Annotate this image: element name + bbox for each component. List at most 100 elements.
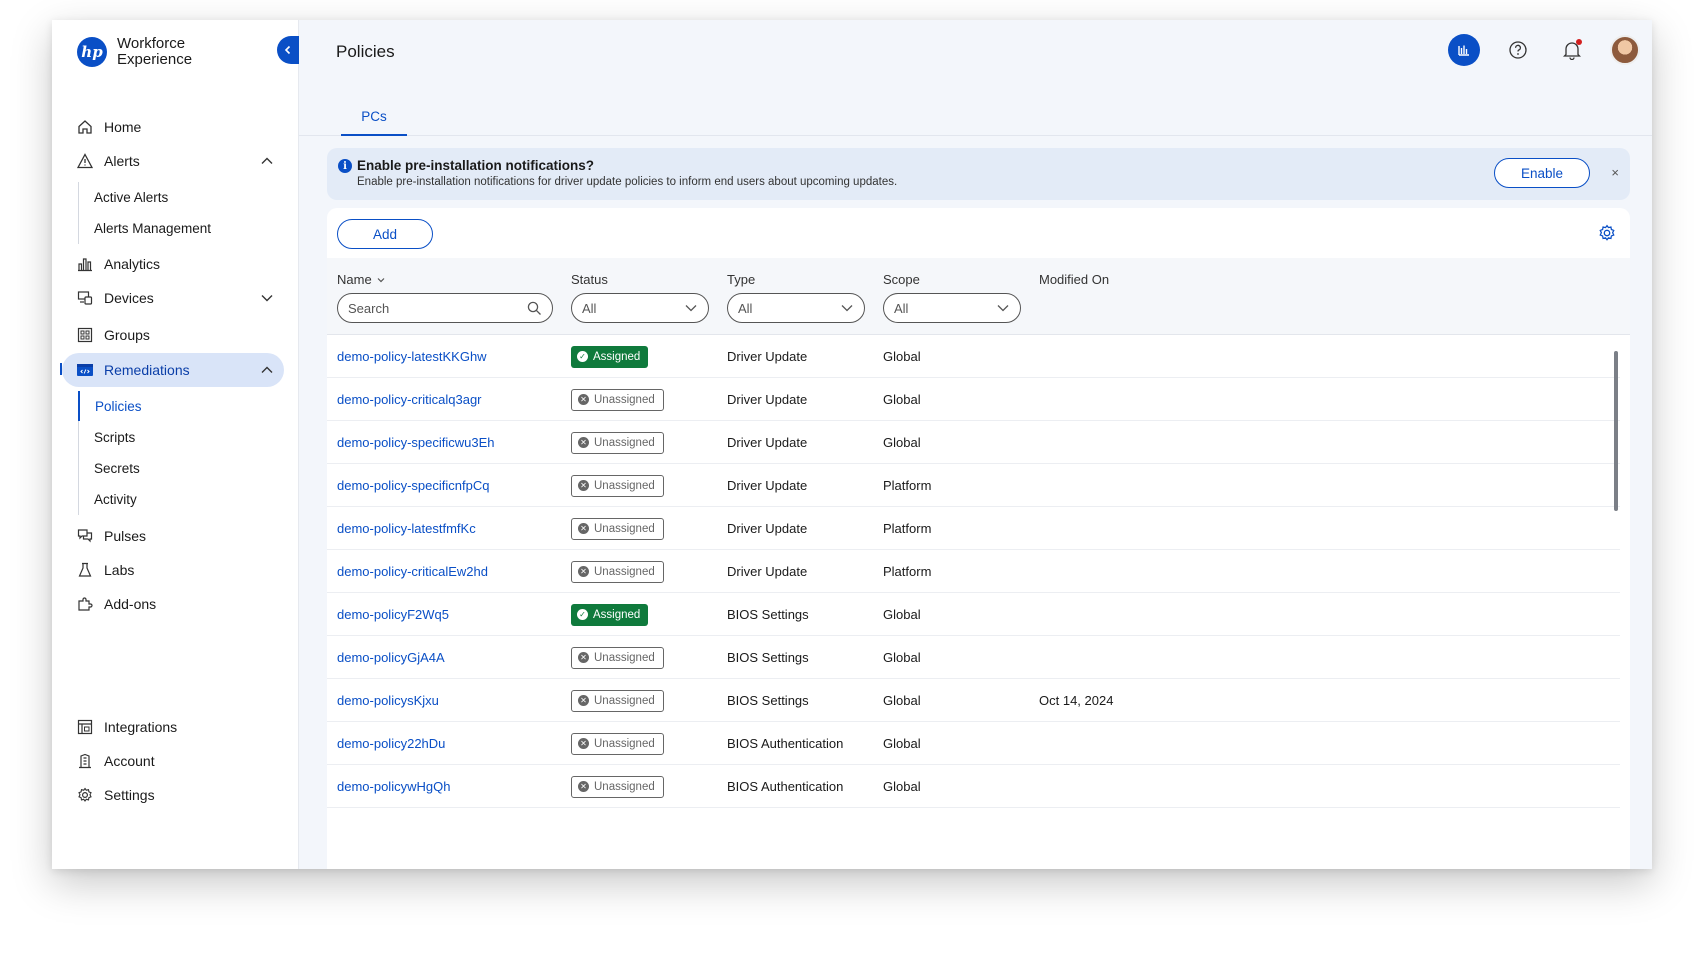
sidebar-item-remediations[interactable]: Remediations xyxy=(62,353,284,387)
sidebar-item-integrations[interactable]: Integrations xyxy=(62,710,284,744)
add-button[interactable]: Add xyxy=(337,219,433,249)
table-row[interactable]: demo-policyF2Wq5 ✓ Assigned BIOS Settings Gl… xyxy=(327,593,1620,636)
policy-name-link[interactable]: demo-policy-latestKKGhw xyxy=(337,335,487,378)
status-badge-label: Unassigned xyxy=(594,436,655,449)
status-cell: ✕ Unassigned xyxy=(571,765,664,808)
table-row[interactable]: demo-policy-criticalEw2hd ✕ Unassigned Driv… xyxy=(327,550,1620,593)
help-button[interactable] xyxy=(1502,34,1534,66)
sidebar-item-account[interactable]: Account xyxy=(62,744,284,778)
policy-name-link[interactable]: demo-policy-specificwu3Eh xyxy=(337,421,495,464)
status-badge: ✕ Unassigned xyxy=(571,388,664,411)
table-row[interactable]: demo-policywHgQh ✕ Unassigned BIOS Authenti… xyxy=(327,765,1620,808)
table-row[interactable]: demo-policy-latestKKGhw ✓ Assigned Driver U… xyxy=(327,335,1620,378)
scope-cell: Platform xyxy=(883,478,932,493)
tab-pcs[interactable]: PCs xyxy=(341,98,407,136)
chevron-left-icon xyxy=(284,45,291,55)
status-badge: ✕ Unassigned xyxy=(571,646,664,669)
bar-chart-icon xyxy=(76,255,94,273)
type-cell: Driver Update xyxy=(727,349,808,364)
status-filter-select[interactable]: All xyxy=(571,293,709,323)
sidebar-subitem-activity[interactable]: Activity xyxy=(79,484,269,514)
column-header-type: Type xyxy=(727,272,756,287)
policy-name-link[interactable]: demo-policyF2Wq5 xyxy=(337,593,449,636)
type-filter-value: All xyxy=(738,300,753,316)
sidebar-item-settings[interactable]: Settings xyxy=(62,778,284,812)
scope-filter-value: All xyxy=(894,300,909,316)
sidebar-item-analytics[interactable]: Analytics xyxy=(62,247,284,281)
scope-filter-select[interactable]: All xyxy=(883,293,1021,323)
tab-bar: PCs xyxy=(299,92,1652,136)
table-row[interactable]: demo-policy-specificnfpCq ✕ Unassigned Driv… xyxy=(327,464,1620,507)
close-icon[interactable]: × xyxy=(1611,165,1619,180)
sidebar-item-label: Home xyxy=(104,119,142,135)
status-cell: ✕ Unassigned xyxy=(571,464,664,507)
hp-logo: hp xyxy=(77,37,107,67)
status-badge: ✕ Unassigned xyxy=(571,732,664,755)
remediations-submenu: Policies Scripts Secrets Activity xyxy=(78,391,142,515)
collapse-sidebar-button[interactable] xyxy=(277,36,299,64)
status-badge-label: Unassigned xyxy=(594,737,655,750)
policy-name-link[interactable]: demo-policy-criticalq3agr xyxy=(337,378,482,421)
status-badge-label: Assigned xyxy=(593,350,641,363)
sidebar-item-label: Alerts xyxy=(104,153,140,169)
sidebar-item-devices[interactable]: Devices xyxy=(62,281,284,315)
column-header-name[interactable]: Name xyxy=(337,272,386,287)
sidebar-item-labs[interactable]: Labs xyxy=(62,553,284,587)
policy-name-link[interactable]: demo-policysKjxu xyxy=(337,679,439,722)
table-row[interactable]: demo-policy-criticalq3agr ✕ Unassigned Driv… xyxy=(327,378,1620,421)
policy-name-link[interactable]: demo-policy-specificnfpCq xyxy=(337,464,489,507)
scope-cell: Global xyxy=(883,607,921,622)
policy-name-link[interactable]: demo-policy-latestfmfKc xyxy=(337,507,476,550)
sidebar-subitem-active-alerts[interactable]: Active Alerts xyxy=(79,182,269,212)
policy-name-link[interactable]: demo-policy-criticalEw2hd xyxy=(337,550,488,593)
policy-name-link[interactable]: demo-policywHgQh xyxy=(337,765,450,808)
search-input[interactable]: Search xyxy=(337,293,553,323)
avatar[interactable] xyxy=(1610,35,1640,65)
table-row[interactable]: demo-policysKjxu ✕ Unassigned BIOS Settings… xyxy=(327,679,1620,722)
notifications-button[interactable] xyxy=(1556,34,1588,66)
sidebar-item-pulses[interactable]: Pulses xyxy=(62,519,284,553)
table-settings-button[interactable] xyxy=(1598,224,1616,247)
sidebar-subitem-alerts-management[interactable]: Alerts Management xyxy=(79,213,269,243)
type-cell: Driver Update xyxy=(727,521,808,536)
scrollbar[interactable] xyxy=(1614,351,1618,511)
type-cell: BIOS Authentication xyxy=(727,736,844,751)
scope-cell: Global xyxy=(883,349,921,364)
sidebar-subitem-secrets[interactable]: Secrets xyxy=(79,453,269,483)
type-cell: BIOS Authentication xyxy=(727,779,844,794)
status-badge-label: Unassigned xyxy=(594,522,655,535)
sidebar-item-home[interactable]: Home xyxy=(62,110,284,144)
status-cell: ✓ Assigned xyxy=(571,335,649,378)
status-badge: ✕ Unassigned xyxy=(571,431,664,454)
scope-cell: Global xyxy=(883,435,921,450)
sidebar-item-alerts[interactable]: Alerts xyxy=(62,144,284,178)
policies-table-card: Add Name Status Type Scope Modified On S… xyxy=(327,208,1630,869)
table-row[interactable]: demo-policy-specificwu3Eh ✕ Unassigned Driv… xyxy=(327,421,1620,464)
sidebar-item-groups[interactable]: Groups xyxy=(62,318,284,352)
sidebar-item-addons[interactable]: Add-ons xyxy=(62,587,284,621)
x-circle-icon: ✕ xyxy=(578,523,589,534)
modified-on-cell: Oct 14, 2024 xyxy=(1039,693,1114,708)
banner-text: Enable pre-installation notifications fo… xyxy=(357,176,898,188)
sidebar-subitem-policies[interactable]: Policies xyxy=(78,391,268,421)
building-icon xyxy=(76,752,94,770)
sidebar-item-label: Analytics xyxy=(104,256,161,272)
status-badge: ✕ Unassigned xyxy=(571,689,664,712)
flask-icon xyxy=(76,561,94,579)
x-circle-icon: ✕ xyxy=(578,437,589,448)
status-badge-label: Assigned xyxy=(593,608,641,621)
policy-name-link[interactable]: demo-policy22hDu xyxy=(337,722,445,765)
table-row[interactable]: demo-policy22hDu ✕ Unassigned BIOS Authenti… xyxy=(327,722,1620,765)
insights-button[interactable] xyxy=(1448,34,1480,66)
column-header-modified-on: Modified On xyxy=(1039,272,1110,287)
x-circle-icon: ✕ xyxy=(578,738,589,749)
type-filter-select[interactable]: All xyxy=(727,293,865,323)
enable-button[interactable]: Enable xyxy=(1494,158,1590,188)
policy-name-link[interactable]: demo-policyGjA4A xyxy=(337,636,445,679)
sidebar-item-label: Account xyxy=(104,753,155,769)
table-row[interactable]: demo-policy-latestfmfKc ✕ Unassigned Driver… xyxy=(327,507,1620,550)
table-row[interactable]: demo-policyGjA4A ✕ Unassigned BIOS Settings… xyxy=(327,636,1620,679)
sidebar-subitem-scripts[interactable]: Scripts xyxy=(79,422,269,452)
brand[interactable]: hp Workforce Experience xyxy=(77,36,192,68)
type-cell: BIOS Settings xyxy=(727,693,809,708)
